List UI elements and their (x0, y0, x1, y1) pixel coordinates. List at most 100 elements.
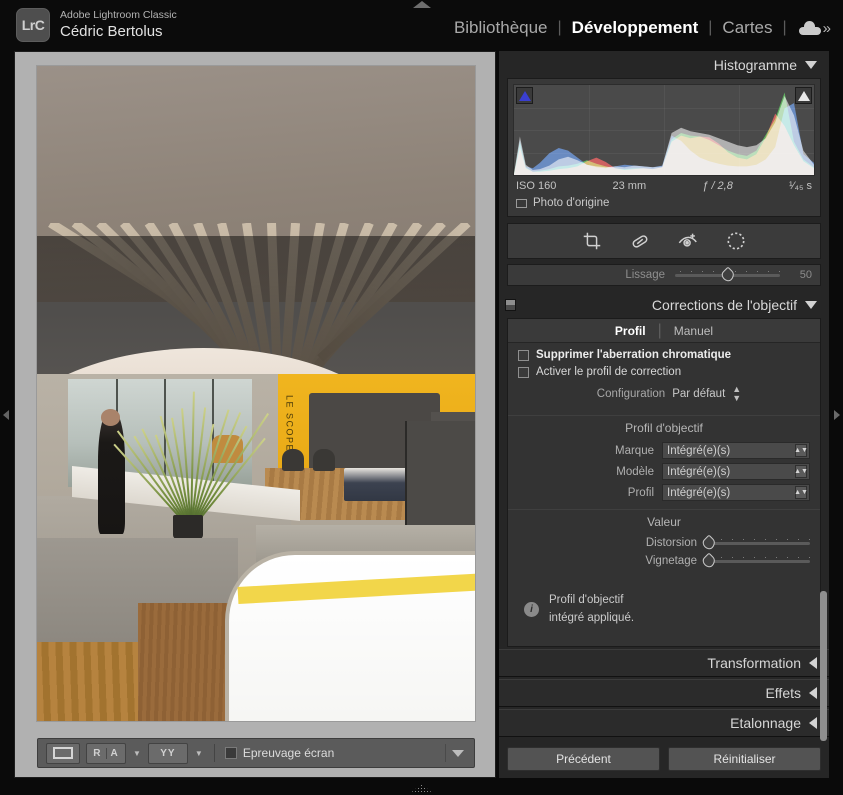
remove-chromatic-aberration-checkbox[interactable] (518, 350, 529, 361)
info-line-1: Profil d'objectif (549, 594, 623, 606)
chevron-left-icon (809, 717, 817, 729)
up-down-stepper-icon[interactable]: ▲ ▼ (732, 385, 741, 403)
photo-metadata-row: ISO 160 23 mm ƒ / 2,8 ¹⁄₄₅ s (513, 176, 815, 194)
histogram-chart[interactable] (513, 84, 815, 176)
masking-tool-icon[interactable] (725, 230, 747, 252)
calibration-panel-header[interactable]: Etalonnage (499, 709, 829, 737)
effects-panel-header[interactable]: Effets (499, 679, 829, 707)
vignetting-row: Vignetage (508, 552, 820, 570)
setup-value[interactable]: Par défaut (672, 388, 725, 400)
lens-profile-info: i Profil d'objectif intégré appliqué. (508, 576, 820, 646)
caret-down-icon[interactable]: ▼ (132, 749, 142, 758)
lens-model-value: Intégré(e)(s) (667, 466, 730, 478)
lens-model-dropdown[interactable]: Intégré(e)(s) ▲▼ (662, 463, 810, 480)
aperture-value: ƒ / 2,8 (702, 180, 733, 192)
shadow-clipping-indicator[interactable] (516, 87, 533, 104)
vignetting-label: Vignetage (629, 555, 697, 567)
chevron-left-icon (809, 657, 817, 669)
module-cartes[interactable]: Cartes (712, 18, 782, 38)
histogram-panel: ISO 160 23 mm ƒ / 2,8 ¹⁄₄₅ s Photo d'ori… (507, 78, 821, 217)
soft-proofing-checkbox[interactable] (225, 747, 237, 759)
left-panel-collapse-handle[interactable] (0, 50, 14, 779)
original-photo-checkbox-icon (516, 199, 527, 208)
toolbar-divider (214, 744, 215, 762)
chevron-down-icon (805, 301, 817, 309)
enable-profile-corrections-label: Activer le profil de correction (536, 366, 681, 378)
reference-label: R (93, 748, 106, 759)
photo-frame[interactable]: LE SCOPE (37, 66, 475, 721)
chevron-left-icon (809, 687, 817, 699)
right-panel-scrollbar[interactable] (820, 591, 827, 741)
collapse-top-panel-icon[interactable] (413, 1, 431, 8)
top-bar: LrC Adobe Lightroom Classic Cédric Berto… (0, 0, 843, 50)
highlight-clipping-indicator[interactable] (795, 87, 812, 104)
after-label: Y (168, 748, 176, 759)
stepper-arrows-icon: ▲▼ (795, 465, 807, 478)
previous-button[interactable]: Précédent (507, 747, 660, 771)
lens-profile-dropdown[interactable]: Intégré(e)(s) ▲▼ (662, 484, 810, 501)
lightroom-logo: LrC (16, 8, 50, 42)
cloud-icon (799, 21, 821, 35)
info-line-2: intégré appliqué. (549, 612, 634, 624)
histogram-panel-header[interactable]: Histogramme (499, 51, 829, 78)
panel-switch-icon[interactable] (505, 299, 516, 311)
loupe-view-icon[interactable] (46, 743, 80, 764)
collapse-left-panel-icon (3, 410, 9, 420)
setup-label: Configuration (597, 388, 665, 400)
lens-model-row: Modèle Intégré(e)(s) ▲▼ (508, 461, 820, 482)
cloud-sync-button[interactable]: » (787, 20, 831, 37)
lens-make-value: Intégré(e)(s) (667, 445, 730, 457)
lens-make-row: Marque Intégré(e)(s) ▲▼ (508, 440, 820, 461)
effects-title: Effets (765, 685, 801, 701)
remove-chromatic-aberration-row[interactable]: Supprimer l'aberration chromatique (518, 349, 820, 361)
amount-section: Valeur Distorsion Vignetage (508, 509, 820, 576)
caret-down-icon[interactable]: ▼ (194, 749, 204, 758)
crop-tool-icon[interactable] (581, 230, 603, 252)
lissage-value: 50 (790, 269, 812, 281)
before-after-button[interactable]: YY (148, 743, 188, 764)
lens-profile-label: Profil (596, 487, 654, 499)
lightroom-window: LrC Adobe Lightroom Classic Cédric Berto… (0, 0, 843, 795)
filmstrip-grip-icon (411, 784, 433, 793)
original-photo-label: Photo d'origine (533, 197, 609, 209)
calibration-title: Etalonnage (730, 715, 801, 731)
remove-chromatic-aberration-label: Supprimer l'aberration chromatique (536, 349, 731, 361)
photo-preview: LE SCOPE (37, 66, 475, 721)
module-bibliotheque[interactable]: Bibliothèque (444, 18, 558, 38)
toolbar-chevron-down-icon[interactable] (452, 750, 464, 757)
distortion-slider[interactable] (705, 537, 810, 549)
lens-corrections-tabs: Profil | Manuel (508, 319, 820, 343)
reset-button[interactable]: Réinitialiser (668, 747, 821, 771)
reference-view-button[interactable]: RA (86, 743, 126, 764)
red-eye-tool-icon[interactable] (677, 230, 699, 252)
tab-manuel[interactable]: Manuel (662, 324, 725, 338)
chevrons-icon: » (823, 20, 831, 37)
module-developpement[interactable]: Développement (562, 18, 709, 38)
toolbar-divider (445, 744, 446, 762)
lissage-slider[interactable] (675, 269, 780, 281)
right-panel-collapse-handle[interactable] (829, 50, 843, 779)
original-photo-toggle[interactable]: Photo d'origine (513, 194, 815, 211)
amount-title: Valeur (508, 515, 820, 529)
tool-strip (507, 223, 821, 259)
view-toolbar: RA ▼ YY ▼ Epreuvage écran (37, 738, 475, 768)
spot-removal-tool-icon[interactable] (629, 230, 651, 252)
filmstrip-collapse-bar[interactable] (0, 778, 843, 795)
distortion-row: Distorsion (508, 534, 820, 552)
brand-identity-plate: LrC Adobe Lightroom Classic Cédric Berto… (16, 8, 177, 42)
transformation-title: Transformation (707, 655, 801, 671)
enable-profile-corrections-row[interactable]: Activer le profil de correction (518, 366, 820, 378)
lens-make-label: Marque (596, 445, 654, 457)
stepper-arrows-icon: ▲▼ (795, 444, 807, 457)
lens-corrections-body: Profil | Manuel Supprimer l'aberration c… (507, 318, 821, 647)
photo-sign-text: LE SCOPE (284, 395, 294, 452)
soft-proofing-label: Epreuvage écran (243, 746, 334, 760)
tab-profil[interactable]: Profil (603, 324, 658, 338)
vignetting-slider[interactable] (705, 555, 810, 567)
lens-corrections-panel-header[interactable]: Corrections de l'objectif (499, 291, 829, 318)
enable-profile-corrections-checkbox[interactable] (518, 367, 529, 378)
iso-value: ISO 160 (516, 180, 556, 192)
lens-make-dropdown[interactable]: Intégré(e)(s) ▲▼ (662, 442, 810, 459)
transformation-panel-header[interactable]: Transformation (499, 649, 829, 677)
lens-profile-row: Profil Intégré(e)(s) ▲▼ (508, 482, 820, 503)
